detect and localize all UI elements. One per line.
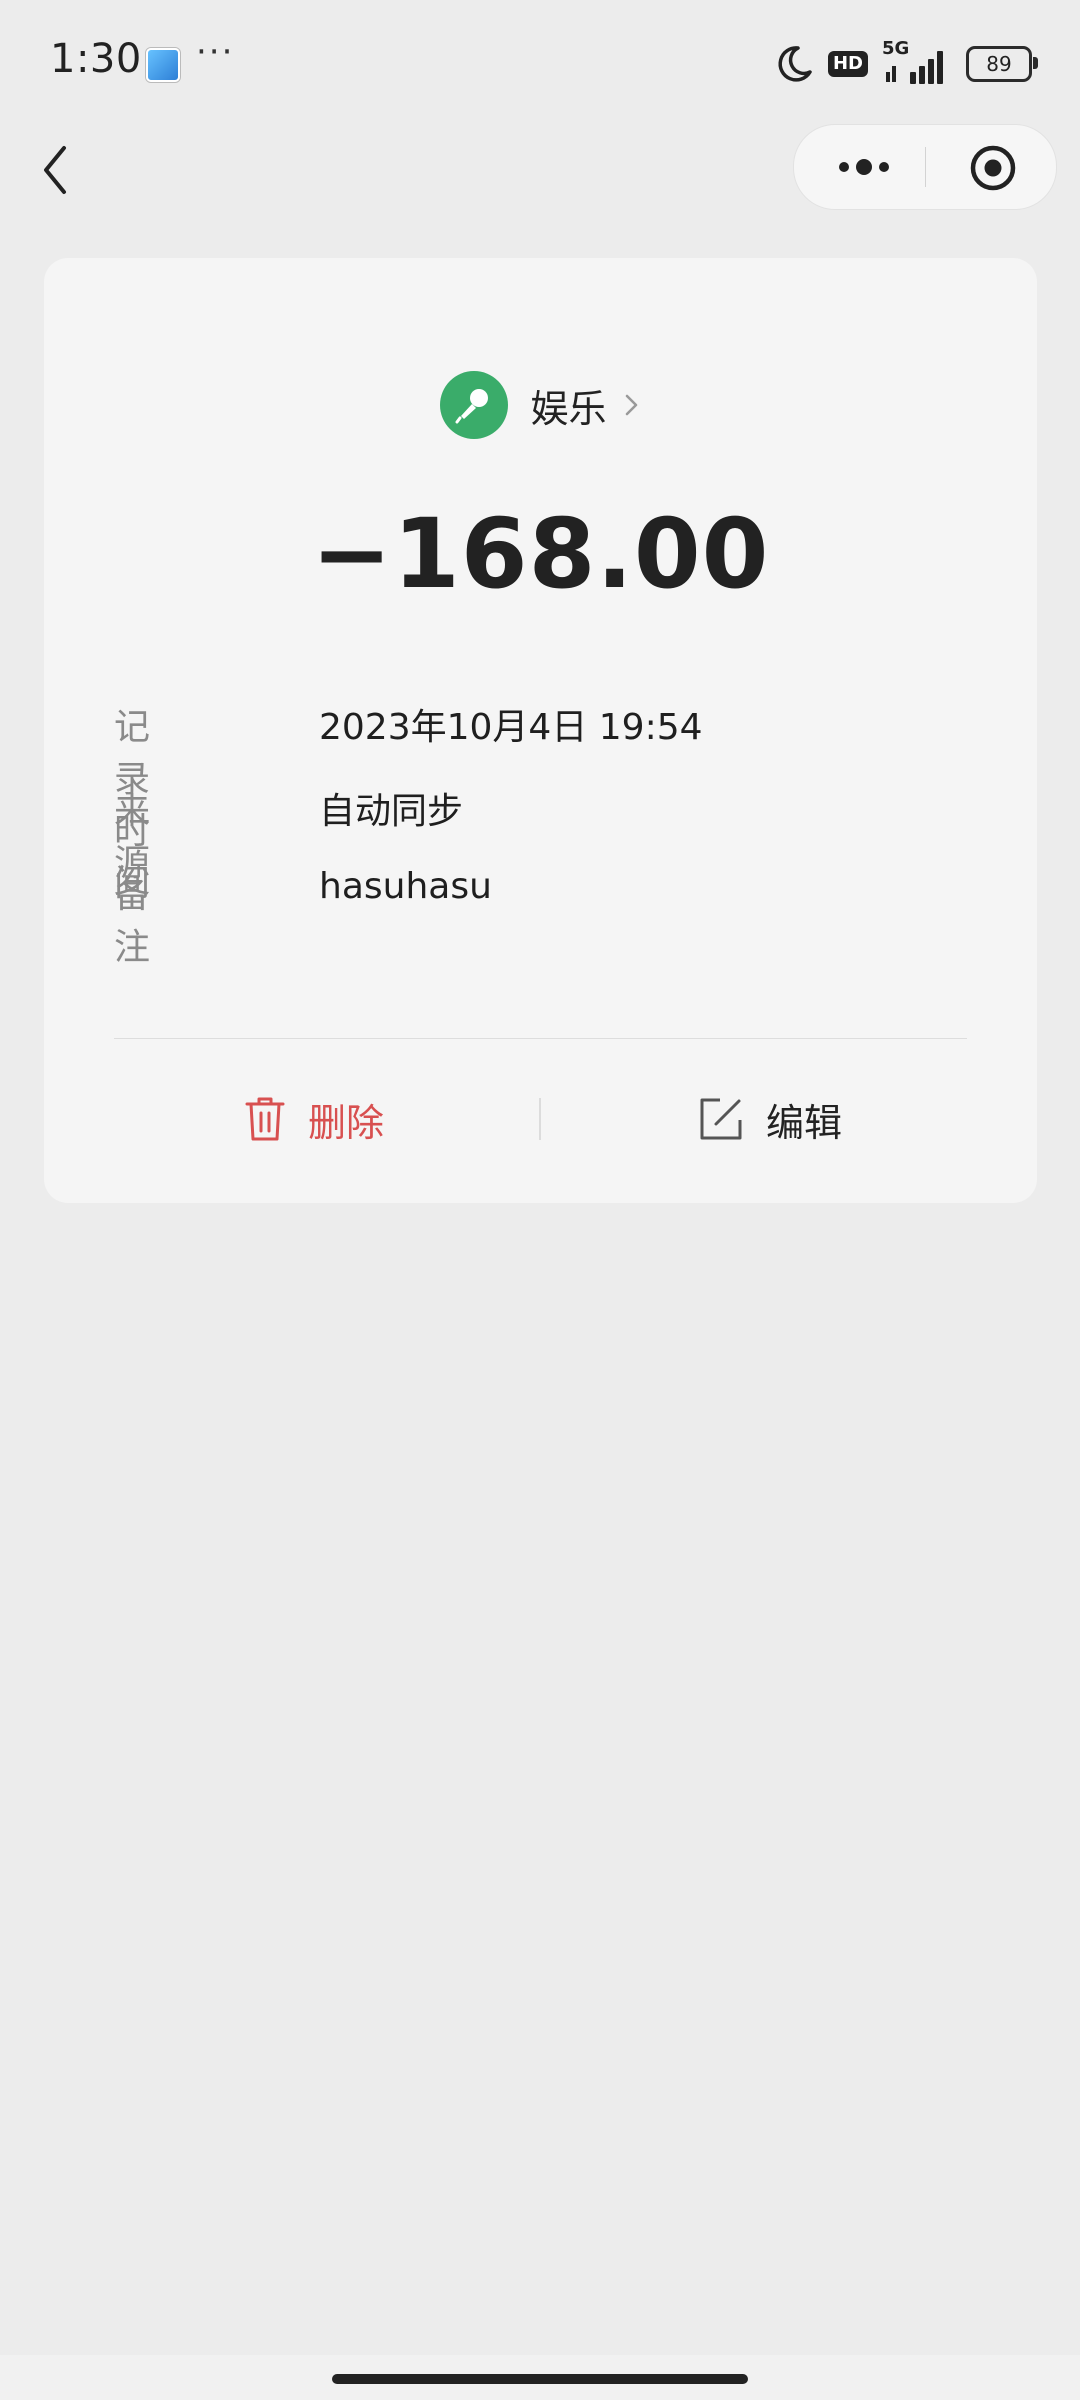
- more-notifications-icon: ···: [196, 32, 235, 72]
- record-card: 娱乐 −168.00 记录时间 2023年10月4日 19:54 来源 自动同步…: [44, 258, 1037, 1203]
- signal-icon: 5G: [882, 38, 952, 86]
- detail-value: 自动同步: [319, 791, 464, 832]
- action-separator: [539, 1098, 541, 1140]
- battery-icon: 89: [966, 46, 1038, 82]
- detail-value: 2023年10月4日 19:54: [319, 707, 703, 748]
- divider: [114, 1038, 967, 1039]
- mini-program-capsule: [793, 124, 1057, 210]
- more-dots-icon: [839, 159, 889, 175]
- trash-icon: [245, 1097, 285, 1141]
- amount: −168.00: [311, 498, 770, 610]
- app-notification-icon: [146, 48, 180, 82]
- edit-button[interactable]: 编辑: [698, 1086, 842, 1152]
- category-link[interactable]: 娱乐: [44, 370, 1037, 440]
- microphone-icon: [440, 371, 509, 439]
- detail-value: hasuhasu: [319, 866, 492, 907]
- clock: 1:30: [50, 36, 142, 82]
- close-button[interactable]: [970, 145, 1016, 191]
- edit-label: 编辑: [766, 1100, 843, 1145]
- more-button[interactable]: [834, 151, 894, 183]
- moon-icon: [778, 46, 812, 82]
- edit-icon: [700, 1098, 742, 1140]
- battery-level: 89: [986, 52, 1012, 76]
- action-bar: 删除 编辑: [44, 1086, 1037, 1152]
- system-indicators: HD 5G 89: [774, 38, 1038, 88]
- hd-icon: HD: [827, 51, 868, 77]
- delete-label: 删除: [308, 1100, 385, 1145]
- chevron-right-icon: [625, 394, 637, 416]
- delete-button[interactable]: 删除: [244, 1086, 384, 1152]
- status-bar: 1:30 ··· HD 5G 89: [0, 0, 1080, 128]
- home-indicator[interactable]: [332, 2374, 748, 2384]
- close-target-icon: [970, 145, 1016, 191]
- back-icon: [44, 146, 66, 194]
- back-button[interactable]: [34, 140, 84, 200]
- detail-label: 备注: [114, 875, 151, 968]
- category-name: 娱乐: [530, 386, 607, 431]
- capsule-divider: [925, 147, 926, 187]
